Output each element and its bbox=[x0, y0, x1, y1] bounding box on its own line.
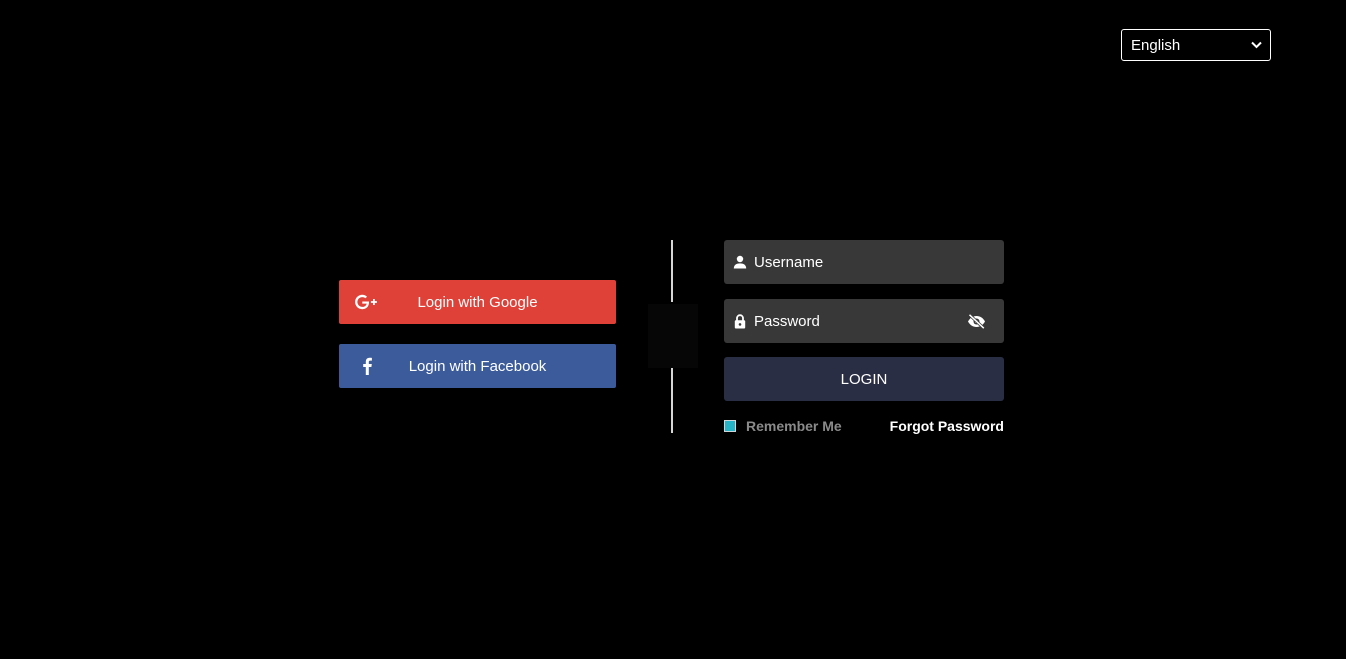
remember-me[interactable]: Remember Me bbox=[724, 418, 842, 434]
login-with-facebook-button[interactable]: Login with Facebook bbox=[339, 344, 616, 388]
lock-icon bbox=[732, 313, 748, 329]
divider-line-bottom bbox=[671, 368, 673, 433]
divider-gap bbox=[648, 304, 698, 368]
eye-off-icon[interactable] bbox=[966, 311, 986, 331]
divider-line-top bbox=[671, 240, 673, 302]
chevron-down-icon bbox=[1250, 39, 1262, 51]
login-button[interactable]: LOGIN bbox=[724, 357, 1004, 401]
username-placeholder: Username bbox=[754, 253, 824, 271]
remember-me-checkbox[interactable] bbox=[724, 420, 736, 432]
password-field[interactable]: Password bbox=[724, 299, 1004, 343]
forgot-password-link[interactable]: Forgot Password bbox=[890, 419, 1004, 433]
password-placeholder: Password bbox=[754, 312, 820, 330]
language-select-value: English bbox=[1131, 36, 1181, 54]
language-select[interactable]: English bbox=[1121, 29, 1271, 61]
user-icon bbox=[732, 254, 748, 270]
username-field[interactable]: Username bbox=[724, 240, 1004, 284]
google-plus-icon bbox=[353, 280, 381, 324]
remember-me-label: Remember Me bbox=[746, 418, 842, 434]
login-with-google-button[interactable]: Login with Google bbox=[339, 280, 616, 324]
facebook-icon bbox=[353, 344, 381, 388]
login-page: English Login with Google Login with Fac… bbox=[0, 0, 1346, 659]
